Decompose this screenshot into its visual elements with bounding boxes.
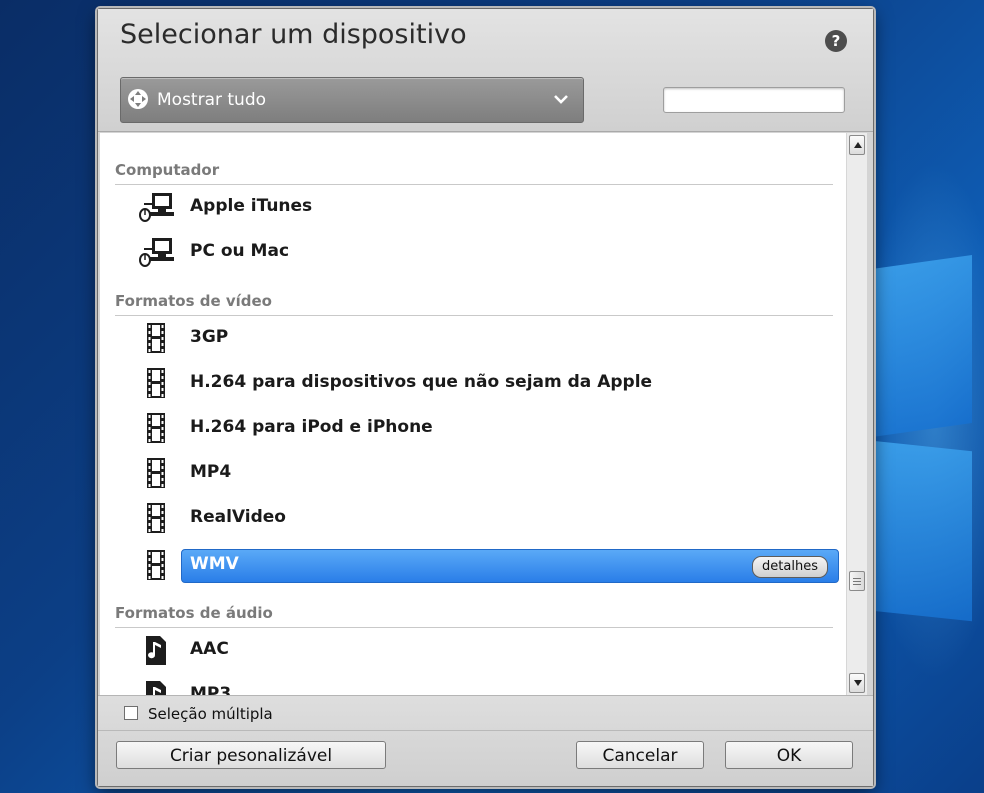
section-divider bbox=[115, 627, 833, 628]
search-input[interactable] bbox=[663, 87, 845, 113]
list-item-label: WMV bbox=[190, 554, 239, 574]
list-item-apple-itunes[interactable]: Apple iTunes bbox=[138, 187, 838, 227]
section-header-video: Formatos de vídeo bbox=[115, 292, 272, 310]
help-icon[interactable]: ? bbox=[825, 30, 847, 52]
list-item-h264-non-apple[interactable]: H.264 para dispositivos que não sejam da… bbox=[138, 363, 838, 403]
multi-select-checkbox[interactable] bbox=[124, 706, 138, 720]
list-item-realvideo[interactable]: RealVideo bbox=[138, 498, 838, 538]
film-icon bbox=[147, 413, 165, 443]
list-item-mp4[interactable]: MP4 bbox=[138, 453, 838, 493]
list-item-h264-ipod[interactable]: H.264 para iPod e iPhone bbox=[138, 408, 838, 448]
dialog-title: Selecionar um dispositivo bbox=[120, 19, 467, 50]
select-device-dialog: Selecionar um dispositivo ? Mostrar tudo… bbox=[97, 8, 874, 787]
create-custom-button[interactable]: Criar pesonalizável bbox=[116, 741, 386, 769]
list-item-label: Apple iTunes bbox=[190, 196, 313, 216]
computer-icon bbox=[139, 238, 174, 267]
arrow-up-icon bbox=[854, 142, 862, 148]
details-button[interactable]: detalhes bbox=[752, 556, 828, 578]
section-header-audio: Formatos de áudio bbox=[115, 604, 273, 622]
scroll-up-button[interactable] bbox=[849, 135, 865, 155]
list-item-label: H.264 para iPod e iPhone bbox=[190, 417, 433, 437]
chevron-down-icon bbox=[554, 95, 568, 104]
dropdown-label: Mostrar tudo bbox=[157, 90, 267, 110]
list-item-pc-ou-mac[interactable]: PC ou Mac bbox=[138, 232, 838, 272]
multi-select-label: Seleção múltipla bbox=[148, 705, 273, 723]
ok-button[interactable]: OK bbox=[725, 741, 853, 769]
list-item-label: PC ou Mac bbox=[190, 241, 290, 261]
list-item-label: 3GP bbox=[190, 327, 229, 347]
dialog-footer: Seleção múltipla Criar pesonalizável Can… bbox=[98, 695, 873, 786]
music-note-icon bbox=[146, 636, 166, 665]
device-list: Computador Apple iTunes PC ou Mac Format… bbox=[100, 133, 846, 695]
list-item-aac[interactable]: AAC bbox=[138, 630, 838, 670]
desktop-window-pane bbox=[872, 440, 972, 622]
list-item-label: AAC bbox=[190, 639, 229, 659]
scroll-thumb[interactable] bbox=[849, 571, 865, 591]
computer-icon bbox=[139, 193, 174, 222]
section-divider bbox=[115, 184, 833, 185]
list-item-label: RealVideo bbox=[190, 507, 286, 527]
cancel-button[interactable]: Cancelar bbox=[576, 741, 704, 769]
move-arrows-icon bbox=[128, 89, 148, 109]
list-item-label: H.264 para dispositivos que não sejam da… bbox=[190, 372, 653, 392]
list-item-label: MP4 bbox=[190, 462, 232, 482]
footer-divider bbox=[98, 730, 873, 731]
scroll-down-button[interactable] bbox=[849, 673, 865, 693]
film-icon bbox=[147, 550, 165, 580]
section-divider bbox=[115, 315, 833, 316]
music-note-icon bbox=[146, 681, 166, 695]
section-header-computer: Computador bbox=[115, 161, 220, 179]
list-item-mp3[interactable]: MP3 bbox=[138, 675, 838, 695]
film-icon bbox=[147, 458, 165, 488]
desktop-window-pane bbox=[872, 254, 972, 438]
selection-highlight: detalhes bbox=[181, 549, 839, 583]
dialog-header: Selecionar um dispositivo ? Mostrar tudo bbox=[98, 9, 873, 132]
list-item-3gp[interactable]: 3GP bbox=[138, 318, 838, 358]
film-icon bbox=[147, 503, 165, 533]
film-icon bbox=[147, 323, 165, 353]
film-icon bbox=[147, 368, 165, 398]
arrow-down-icon bbox=[854, 680, 862, 686]
list-scrollbar[interactable] bbox=[846, 133, 867, 695]
list-item-label: MP3 bbox=[190, 684, 232, 695]
show-all-dropdown[interactable]: Mostrar tudo bbox=[120, 77, 584, 123]
list-item-wmv-selected[interactable]: detalhes WMV bbox=[138, 549, 839, 589]
